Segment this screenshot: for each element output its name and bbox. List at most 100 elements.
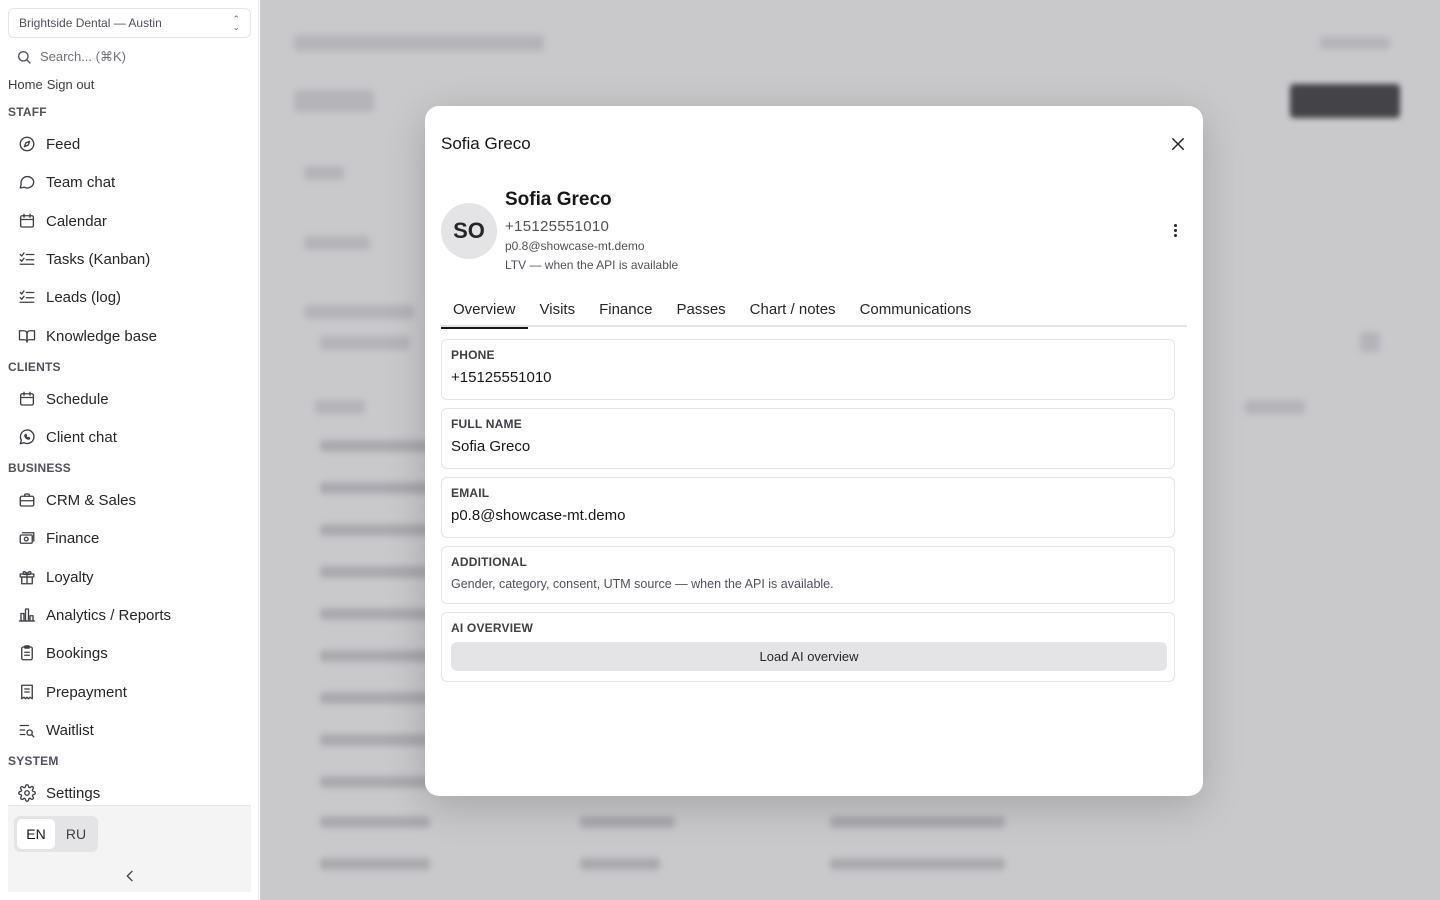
email-value: p0.8@showcase-mt.demo <box>451 507 626 524</box>
search-placeholder: Search... (⌘K) <box>40 49 126 64</box>
sidebar-item-client-chat[interactable]: Client chat <box>8 420 251 454</box>
phone-card: PHONE +15125551010 <box>441 339 1175 400</box>
gift-icon <box>19 570 35 585</box>
sidebar-item-schedule[interactable]: Schedule <box>8 382 251 416</box>
ai-overview-card: AI OVERVIEW Load AI overview <box>441 612 1175 682</box>
sidebar-item-label: Schedule <box>46 390 109 408</box>
chevron-left-icon <box>126 870 133 882</box>
sidebar-item-finance[interactable]: Finance <box>8 521 251 555</box>
profile-email: p0.8@showcase-mt.demo <box>505 239 645 253</box>
section-label-staff: STAFF <box>8 105 47 119</box>
banknote-icon <box>19 532 35 544</box>
phone-label: PHONE <box>451 348 495 362</box>
tab-overview[interactable]: Overview <box>441 292 528 329</box>
profile-name: Sofia Greco <box>505 189 612 210</box>
additional-note: Gender, category, consent, UTM source — … <box>451 577 834 591</box>
briefcase-icon <box>19 493 35 507</box>
chevron-up-down-icon: ⌃ ⌄ <box>232 14 240 32</box>
list-check-icon <box>19 290 35 303</box>
language-en-button[interactable]: EN <box>17 819 55 849</box>
sidebar-item-team-chat[interactable]: Team chat <box>8 165 251 199</box>
sidebar-item-label: Knowledge base <box>46 327 157 345</box>
more-vertical-icon <box>1173 223 1177 227</box>
sidebar-item-bookings[interactable]: Bookings <box>8 636 251 670</box>
sidebar-item-crm-sales[interactable]: CRM & Sales <box>8 483 251 517</box>
ai-overview-label: AI OVERVIEW <box>451 621 533 635</box>
avatar: SO <box>441 203 497 259</box>
sidebar-item-label: Leads (log) <box>46 288 122 306</box>
sidebar-item-prepayment[interactable]: Prepayment <box>8 675 251 709</box>
section-label-system: SYSTEM <box>8 754 59 768</box>
sidebar-item-label: Settings <box>46 784 101 802</box>
profile-tabs: Overview Visits Finance Passes Chart / n… <box>441 292 1187 329</box>
sidebar-footer: EN RU <box>8 805 251 892</box>
sidebar-item-label: Team chat <box>46 173 116 191</box>
modal-title: Sofia Greco <box>441 134 531 153</box>
sidebar-item-label: Tasks (Kanban) <box>46 250 151 268</box>
sidebar-item-label: CRM & Sales <box>46 491 137 509</box>
additional-label: ADDITIONAL <box>451 555 527 569</box>
full-name-value: Sofia Greco <box>451 438 531 455</box>
organization-select[interactable]: Brightside Dental — Austin ⌃ ⌄ <box>8 8 251 38</box>
profile-ltv: LTV — when the API is available <box>505 258 679 272</box>
section-label-business: BUSINESS <box>8 461 71 475</box>
sidebar-item-label: Client chat <box>46 428 117 446</box>
email-label: EMAIL <box>451 486 490 500</box>
calendar-icon <box>19 391 35 406</box>
tab-visits[interactable]: Visits <box>528 292 588 327</box>
language-switch: EN RU <box>14 816 98 852</box>
section-label-clients: CLIENTS <box>8 360 61 374</box>
full-name-label: FULL NAME <box>451 417 522 431</box>
clipboard-icon <box>21 645 33 661</box>
close-button[interactable] <box>1167 133 1189 155</box>
home-link[interactable]: Home <box>8 77 43 92</box>
sidebar-item-label: Prepayment <box>46 683 127 701</box>
sidebar-item-label: Loyalty <box>46 568 94 586</box>
close-icon <box>1172 138 1184 150</box>
profile-phone: +15125551010 <box>505 218 610 235</box>
list-search-icon <box>19 724 35 738</box>
client-profile-modal: Sofia Greco SO Sofia Greco +15125551010 … <box>425 106 1203 796</box>
email-card: EMAIL p0.8@showcase-mt.demo <box>441 477 1175 538</box>
sidebar-item-label: Calendar <box>46 212 107 230</box>
bar-chart-icon <box>18 608 36 622</box>
sidebar-item-tasks[interactable]: Tasks (Kanban) <box>8 242 251 276</box>
organization-select-value: Brightside Dental — Austin <box>19 16 162 30</box>
collapse-sidebar-button[interactable] <box>118 864 142 888</box>
sign-out-link[interactable]: Sign out <box>47 77 95 92</box>
sidebar-item-label: Analytics / Reports <box>46 606 172 624</box>
search-bar[interactable]: Search... (⌘K) <box>8 44 251 70</box>
sidebar-item-calendar[interactable]: Calendar <box>8 204 251 238</box>
compass-icon <box>19 136 35 152</box>
load-ai-overview-button[interactable]: Load AI overview <box>451 642 1167 671</box>
sidebar-item-loyalty[interactable]: Loyalty <box>8 560 251 594</box>
list-check-icon <box>19 252 35 265</box>
tab-communications[interactable]: Communications <box>848 292 984 327</box>
gear-icon <box>18 784 36 802</box>
sidebar-item-label: Waitlist <box>46 721 94 739</box>
phone-value: +15125551010 <box>451 369 552 386</box>
sidebar-item-label: Feed <box>46 135 81 153</box>
sidebar-item-label: Finance <box>46 529 100 547</box>
chat-bubble-icon <box>19 175 35 189</box>
tab-finance[interactable]: Finance <box>587 292 664 327</box>
more-actions-button[interactable] <box>1165 220 1185 240</box>
whatsapp-icon <box>19 429 35 445</box>
tab-passes[interactable]: Passes <box>664 292 737 327</box>
sidebar-item-knowledge-base[interactable]: Knowledge base <box>8 319 251 353</box>
sidebar-item-leads[interactable]: Leads (log) <box>8 280 251 314</box>
sidebar-item-label: Bookings <box>46 644 108 662</box>
full-name-card: FULL NAME Sofia Greco <box>441 408 1175 469</box>
sidebar-item-waitlist[interactable]: Waitlist <box>8 713 251 747</box>
sidebar-item-feed[interactable]: Feed <box>8 127 251 161</box>
language-ru-button[interactable]: RU <box>57 819 95 849</box>
search-icon <box>18 51 31 64</box>
sidebar: Brightside Dental — Austin ⌃ ⌄ Search... … <box>0 0 259 900</box>
receipt-icon <box>21 684 33 700</box>
book-icon <box>18 330 36 343</box>
sidebar-item-analytics[interactable]: Analytics / Reports <box>8 598 251 632</box>
tab-chart-notes[interactable]: Chart / notes <box>738 292 848 327</box>
calendar-icon <box>19 213 35 228</box>
additional-card: ADDITIONAL Gender, category, consent, UT… <box>441 546 1175 604</box>
quick-links: Home Sign out <box>8 77 94 92</box>
